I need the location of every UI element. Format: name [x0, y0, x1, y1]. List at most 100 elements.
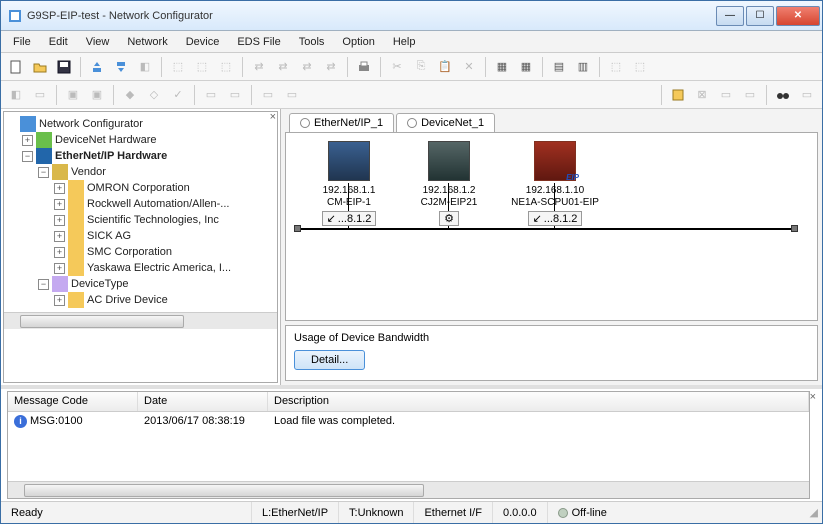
new-icon[interactable] — [5, 56, 27, 78]
grid-1-icon[interactable]: ▦ — [491, 56, 513, 78]
tree-yaskawa[interactable]: Yaskawa Electric America, I... — [87, 262, 231, 274]
menu-tools[interactable]: Tools — [291, 34, 333, 50]
tab-devicenet[interactable]: DeviceNet_1 — [396, 113, 495, 132]
header-date[interactable]: Date — [138, 392, 268, 411]
tree-rockwell[interactable]: Rockwell Automation/Allen-... — [87, 198, 229, 210]
toolbar-btn-8[interactable]: ⬚ — [191, 56, 213, 78]
t2-btn-5[interactable]: ◆ — [119, 84, 141, 106]
t2-btn-7[interactable]: ✓ — [167, 84, 189, 106]
menu-network[interactable]: Network — [119, 34, 175, 50]
t2-btn-10[interactable]: ▭ — [257, 84, 279, 106]
align-2-icon[interactable]: ▥ — [572, 56, 594, 78]
copy-icon[interactable]: ⎘ — [410, 56, 432, 78]
tab-ethernetip[interactable]: EtherNet/IP_1 — [289, 113, 394, 132]
tab-status-icon — [407, 118, 417, 128]
device-node[interactable]: 192.168.1.1 CM-EIP-1 ↙...8.1.2 — [304, 141, 394, 226]
collapse-icon[interactable]: − — [22, 151, 33, 162]
t2-btn-6[interactable]: ◇ — [143, 84, 165, 106]
t2r-btn-1[interactable] — [667, 84, 689, 106]
download-icon[interactable] — [110, 56, 132, 78]
menu-edit[interactable]: Edit — [41, 34, 76, 50]
header-desc[interactable]: Description — [268, 392, 809, 411]
expand-icon[interactable]: + — [54, 215, 65, 226]
expand-icon[interactable]: + — [22, 135, 33, 146]
tree-ethip[interactable]: EtherNet/IP Hardware — [55, 150, 167, 162]
tree-devtype[interactable]: DeviceType — [71, 278, 128, 290]
detail-button[interactable]: Detail... — [294, 350, 365, 370]
t2-btn-1[interactable]: ◧ — [5, 84, 27, 106]
toolbar-btn-12[interactable]: ⇄ — [296, 56, 318, 78]
pane-close-icon[interactable]: × — [270, 111, 276, 123]
toolbar-btn-13[interactable]: ⇄ — [320, 56, 342, 78]
grid-2-icon[interactable]: ▦ — [515, 56, 537, 78]
menu-device[interactable]: Device — [178, 34, 228, 50]
device-node[interactable]: 192.168.1.2 CJ2M-EIP21 ⚙ — [404, 141, 494, 226]
t2-btn-8[interactable]: ▭ — [200, 84, 222, 106]
message-row[interactable]: iMSG:0100 2013/06/17 08:38:19 Load file … — [8, 412, 809, 430]
msg-scrollbar[interactable] — [8, 481, 809, 498]
tree-acdrive[interactable]: AC Drive Device — [87, 294, 168, 306]
binoculars-icon[interactable] — [772, 84, 794, 106]
network-canvas[interactable]: 192.168.1.1 CM-EIP-1 ↙...8.1.2 192.168.1… — [285, 132, 818, 321]
menu-file[interactable]: File — [5, 34, 39, 50]
save-icon[interactable] — [53, 56, 75, 78]
header-code[interactable]: Message Code — [8, 392, 138, 411]
tree-scrollbar[interactable] — [4, 312, 277, 329]
bandwidth-label: Usage of Device Bandwidth — [294, 332, 809, 344]
menu-option[interactable]: Option — [334, 34, 382, 50]
tree-root[interactable]: Network Configurator — [39, 118, 143, 130]
menu-view[interactable]: View — [78, 34, 118, 50]
t2-btn-2[interactable]: ▭ — [29, 84, 51, 106]
t2-btn-9[interactable]: ▭ — [224, 84, 246, 106]
collapse-icon[interactable]: − — [38, 279, 49, 290]
toolbar-btn-9[interactable]: ⬚ — [215, 56, 237, 78]
msg-desc: Load file was completed. — [268, 415, 809, 427]
align-1-icon[interactable]: ▤ — [548, 56, 570, 78]
tree-vendor[interactable]: Vendor — [71, 166, 106, 178]
tree-sti[interactable]: Scientific Technologies, Inc — [87, 214, 219, 226]
expand-icon[interactable]: + — [54, 295, 65, 306]
device-sub-button[interactable]: ⚙ — [439, 211, 459, 226]
tree-omron[interactable]: OMRON Corporation — [87, 182, 190, 194]
print-icon[interactable] — [353, 56, 375, 78]
tree-devnet[interactable]: DeviceNet Hardware — [55, 134, 156, 146]
toolbar-btn-6[interactable]: ◧ — [134, 56, 156, 78]
toolbar-btn-10[interactable]: ⇄ — [248, 56, 270, 78]
expand-icon[interactable]: + — [54, 247, 65, 258]
collapse-icon[interactable]: − — [38, 167, 49, 178]
device-node[interactable]: EIP 192.168.1.10 NE1A-SCPU01-EIP ↙...8.1… — [510, 141, 600, 226]
t2r-btn-6[interactable]: ▭ — [796, 84, 818, 106]
resize-grip-icon[interactable]: ◢ — [806, 506, 822, 519]
toolbar-btn-7[interactable]: ⬚ — [167, 56, 189, 78]
hardware-tree[interactable]: Network Configurator + DeviceNet Hardware… — [4, 112, 277, 312]
panel-close-icon[interactable]: × — [810, 391, 816, 403]
t2-btn-11[interactable]: ▭ — [281, 84, 303, 106]
t2-btn-4[interactable]: ▣ — [86, 84, 108, 106]
paste-icon[interactable]: 📋 — [434, 56, 456, 78]
status-bar: Ready L:EtherNet/IP T:Unknown Ethernet I… — [1, 501, 822, 523]
device-sub-button[interactable]: ↙...8.1.2 — [322, 211, 377, 226]
maximize-button[interactable]: ☐ — [746, 6, 774, 26]
t2r-btn-3[interactable]: ▭ — [715, 84, 737, 106]
output-1-icon[interactable]: ⬚ — [605, 56, 627, 78]
close-button[interactable]: ✕ — [776, 6, 820, 26]
menu-eds[interactable]: EDS File — [229, 34, 288, 50]
t2-btn-3[interactable]: ▣ — [62, 84, 84, 106]
t2r-btn-2[interactable]: ⊠ — [691, 84, 713, 106]
t2r-btn-4[interactable]: ▭ — [739, 84, 761, 106]
tree-smc[interactable]: SMC Corporation — [87, 246, 172, 258]
tree-sick[interactable]: SICK AG — [87, 230, 131, 242]
upload-icon[interactable] — [86, 56, 108, 78]
toolbar-btn-11[interactable]: ⇄ — [272, 56, 294, 78]
expand-icon[interactable]: + — [54, 231, 65, 242]
open-icon[interactable] — [29, 56, 51, 78]
cut-icon[interactable]: ✂ — [386, 56, 408, 78]
menu-help[interactable]: Help — [385, 34, 424, 50]
output-2-icon[interactable]: ⬚ — [629, 56, 651, 78]
delete-icon[interactable]: ✕ — [458, 56, 480, 78]
expand-icon[interactable]: + — [54, 183, 65, 194]
expand-icon[interactable]: + — [54, 199, 65, 210]
minimize-button[interactable]: — — [716, 6, 744, 26]
expand-icon[interactable]: + — [54, 263, 65, 274]
device-sub-button[interactable]: ↙...8.1.2 — [528, 211, 583, 226]
